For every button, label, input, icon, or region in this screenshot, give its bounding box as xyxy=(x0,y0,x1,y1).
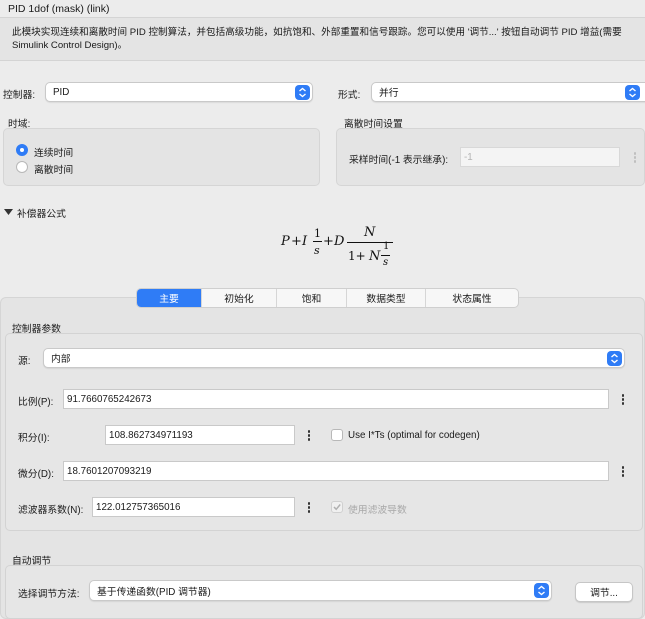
more-options-icon[interactable] xyxy=(632,152,638,163)
chevron-updown-icon xyxy=(295,85,310,100)
tab-data-types[interactable]: 数据类型 xyxy=(347,289,426,307)
use-filter-checkbox[interactable] xyxy=(331,501,343,513)
p-input[interactable]: 91.7660765242673 xyxy=(63,389,609,409)
source-select-value: 内部 xyxy=(51,354,71,365)
compensator-label: 补偿器公式 xyxy=(17,209,66,220)
controller-select-value: PID xyxy=(53,86,70,98)
n-input[interactable]: 122.012757365016 xyxy=(92,497,295,517)
form-select[interactable]: 并行 xyxy=(371,82,645,102)
controller-label: 控制器: xyxy=(3,90,36,101)
tab-main[interactable]: 主要 xyxy=(137,289,202,307)
chevron-updown-icon xyxy=(607,351,622,366)
d-input[interactable]: 18.7601207093219 xyxy=(63,461,609,481)
radio-discrete[interactable] xyxy=(16,161,28,173)
source-select[interactable]: 内部 xyxy=(43,348,625,368)
source-label: 源: xyxy=(18,356,31,367)
tab-state-attributes[interactable]: 状态属性 xyxy=(426,289,518,307)
window-title: PID 1dof (mask) (link) xyxy=(8,3,110,15)
i-more-options-icon[interactable] xyxy=(306,430,312,441)
tab-initialization[interactable]: 初始化 xyxy=(202,289,277,307)
chevron-updown-icon xyxy=(625,85,640,100)
tune-button[interactable]: 调节... xyxy=(575,582,633,602)
sample-time-input[interactable]: -1 xyxy=(460,147,620,167)
radio-continuous-label: 连续时间 xyxy=(34,148,74,159)
chevron-updown-icon xyxy=(534,583,549,598)
compensator-formula: P + I 1 s + D N 1+ N 1 s xyxy=(281,225,401,278)
i-input[interactable]: 108.862734971193 xyxy=(105,425,295,445)
form-select-value: 并行 xyxy=(379,88,399,99)
controller-select[interactable]: PID xyxy=(45,82,313,102)
tune-method-value: 基于传递函数(PID 调节器) xyxy=(97,586,211,598)
i-label: 积分(I): xyxy=(18,433,50,444)
p-more-options-icon[interactable] xyxy=(620,394,626,405)
p-label: 比例(P): xyxy=(18,397,54,408)
use-its-checkbox[interactable] xyxy=(331,429,343,441)
d-label: 微分(D): xyxy=(18,469,54,480)
tune-method-label: 选择调节方法: xyxy=(18,589,80,600)
radio-discrete-label: 离散时间 xyxy=(34,165,74,176)
n-label: 滤波器系数(N): xyxy=(18,505,84,516)
tune-method-select[interactable]: 基于传递函数(PID 调节器) xyxy=(89,580,552,601)
tab-saturation[interactable]: 饱和 xyxy=(277,289,347,307)
radio-continuous[interactable] xyxy=(16,144,28,156)
checkmark-icon xyxy=(333,504,341,511)
use-its-label: Use I*Ts (optimal for codegen) xyxy=(348,430,480,441)
n-more-options-icon[interactable] xyxy=(306,502,312,513)
sample-time-label: 采样时间(-1 表示继承): xyxy=(349,155,449,166)
use-filter-label: 使用滤波导数 xyxy=(348,505,407,516)
d-more-options-icon[interactable] xyxy=(620,466,626,477)
disclosure-triangle-icon[interactable] xyxy=(4,208,13,219)
description-text: 此模块实现连续和离散时间 PID 控制算法，并包括高级功能，如抗饱和、外部重置和… xyxy=(12,27,622,51)
form-label: 形式: xyxy=(338,90,361,101)
tab-bar: 主要 初始化 饱和 数据类型 状态属性 xyxy=(136,288,519,308)
